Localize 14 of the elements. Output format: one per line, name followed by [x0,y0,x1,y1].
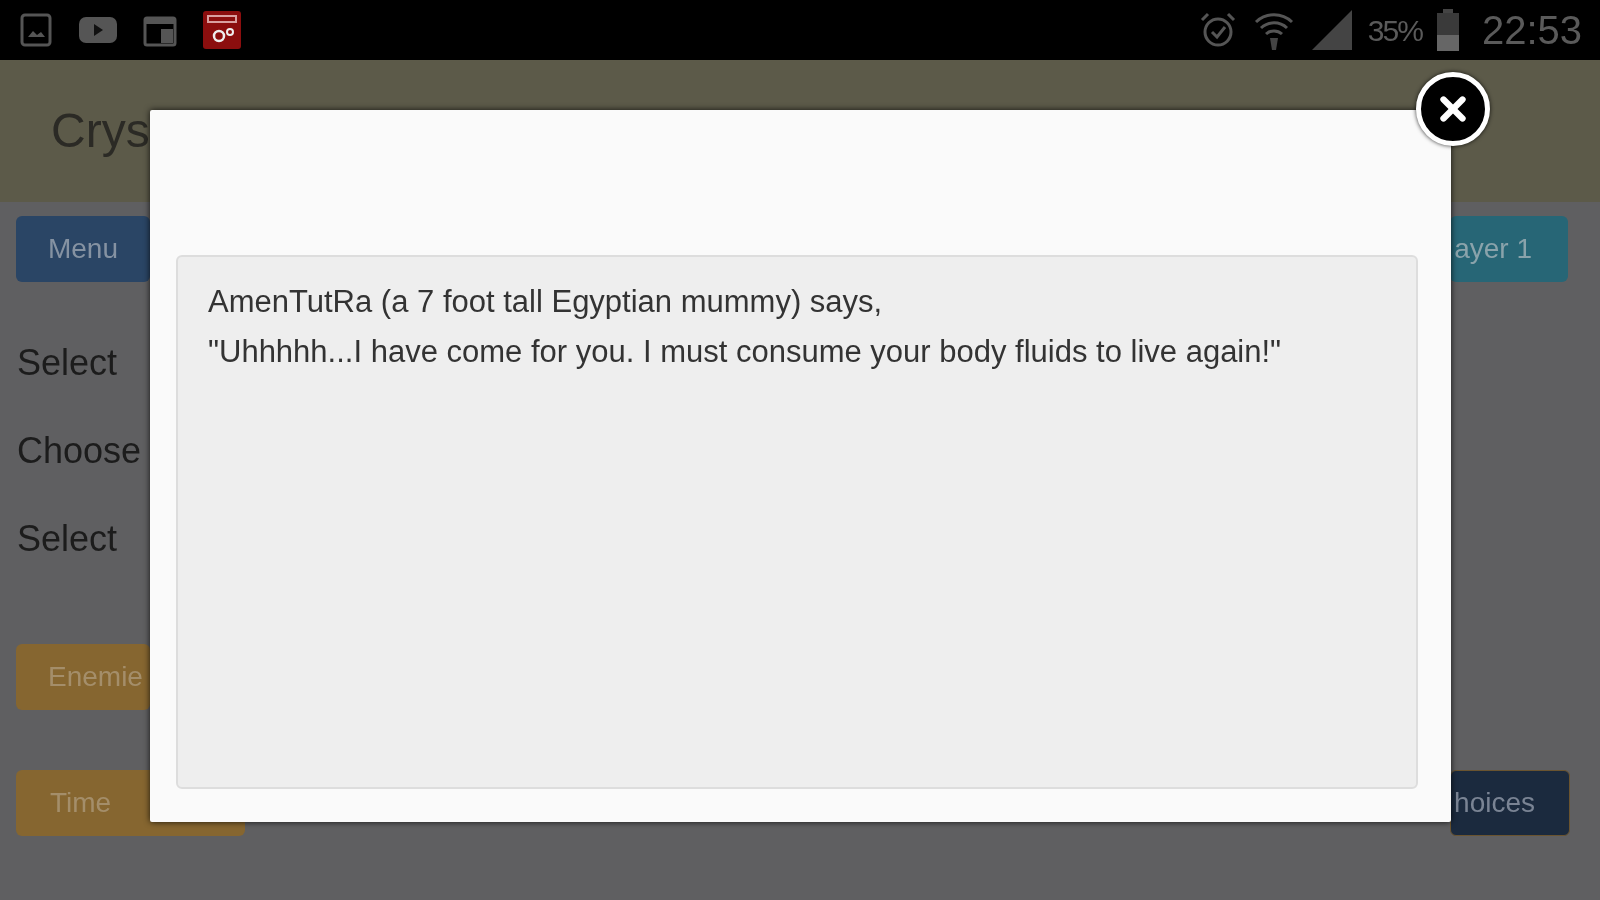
battery-icon [1435,9,1460,51]
section-label: Select [17,520,118,558]
game-button[interactable]: ayer 1 [1450,216,1568,282]
game-button[interactable]: Enemie [16,644,150,710]
battery-percent: 35% [1367,12,1422,49]
game-button[interactable]: hoices [1450,770,1570,836]
app-icon [202,10,242,50]
section-label: Select [17,344,118,382]
image-icon [18,12,54,48]
menu-button[interactable]: Menu [16,216,150,282]
section-label: Choose [17,432,142,470]
video-icon [78,15,118,45]
clock-time: 22:53 [1481,7,1582,54]
message-text: AmenTutRa (a 7 foot tall Egyptian mummy) says, "Uhhhhh...I have come for you. I must consume your body fluids to live again!" [176,255,1418,789]
